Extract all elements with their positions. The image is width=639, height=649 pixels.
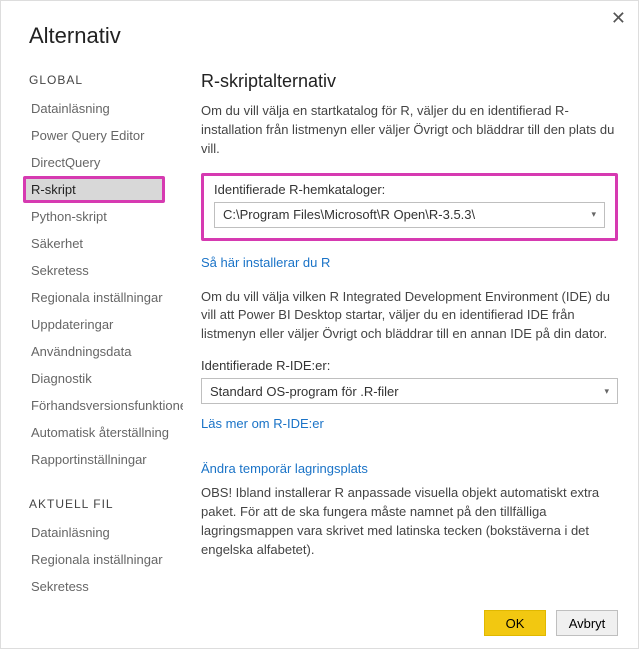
sidebar-item-regionala[interactable]: Regionala inställningar bbox=[23, 284, 183, 311]
sidebar-item-autoaterstallning[interactable]: Automatisk återställning bbox=[23, 419, 183, 446]
sidebar-item-cur-regionala[interactable]: Regionala inställningar bbox=[23, 546, 183, 573]
sidebar-item-diagnostik[interactable]: Diagnostik bbox=[23, 365, 183, 392]
sidebar-item-r-skript[interactable]: R-skript bbox=[23, 176, 165, 203]
sidebar-item-cur-datainlasning[interactable]: Datainläsning bbox=[23, 519, 183, 546]
r-home-highlight: Identifierade R-hemkataloger: C:\Program… bbox=[201, 173, 618, 241]
temp-storage-link[interactable]: Ändra temporär lagringsplats bbox=[201, 461, 368, 476]
cancel-button[interactable]: Avbryt bbox=[556, 610, 618, 636]
sidebar-item-sakerhet[interactable]: Säkerhet bbox=[23, 230, 183, 257]
dialog-title: Alternativ bbox=[1, 1, 638, 67]
sidebar-header-global: GLOBAL bbox=[29, 73, 183, 87]
sidebar-item-rapportinstallningar[interactable]: Rapportinställningar bbox=[23, 446, 183, 473]
sidebar-item-anvandningsdata[interactable]: Användningsdata bbox=[23, 338, 183, 365]
r-ide-dropdown[interactable]: Standard OS-program för .R-filer ▾ bbox=[201, 378, 618, 404]
desc-startkatalog: Om du vill välja en startkatalog för R, … bbox=[201, 102, 618, 159]
sidebar-item-power-query[interactable]: Power Query Editor bbox=[23, 122, 183, 149]
desc-ide: Om du vill välja vilken R Integrated Dev… bbox=[201, 288, 618, 345]
note-text: OBS! Ibland installerar R anpassade visu… bbox=[201, 484, 618, 559]
r-ide-label: Identifierade R-IDE:er: bbox=[201, 358, 618, 373]
sidebar: GLOBAL Datainläsning Power Query Editor … bbox=[1, 67, 183, 599]
chevron-down-icon: ▾ bbox=[604, 386, 609, 397]
sidebar-item-uppdateringar[interactable]: Uppdateringar bbox=[23, 311, 183, 338]
page-title: R-skriptalternativ bbox=[201, 71, 618, 92]
r-home-label: Identifierade R-hemkataloger: bbox=[214, 182, 605, 197]
sidebar-item-directquery[interactable]: DirectQuery bbox=[23, 149, 183, 176]
main-panel: R-skriptalternativ Om du vill välja en s… bbox=[183, 67, 638, 599]
sidebar-item-sekretess[interactable]: Sekretess bbox=[23, 257, 183, 284]
r-home-dropdown[interactable]: C:\Program Files\Microsoft\R Open\R-3.5.… bbox=[214, 202, 605, 228]
chevron-down-icon: ▾ bbox=[591, 209, 596, 220]
r-ide-link[interactable]: Läs mer om R-IDE:er bbox=[201, 416, 324, 431]
ok-button[interactable]: OK bbox=[484, 610, 546, 636]
install-r-link[interactable]: Så här installerar du R bbox=[201, 255, 330, 270]
sidebar-item-datainlasning[interactable]: Datainläsning bbox=[23, 95, 183, 122]
sidebar-item-cur-sekretess[interactable]: Sekretess bbox=[23, 573, 183, 599]
sidebar-header-current: AKTUELL FIL bbox=[29, 497, 183, 511]
r-ide-value: Standard OS-program för .R-filer bbox=[210, 384, 399, 399]
footer: OK Avbryt bbox=[484, 610, 618, 636]
close-icon[interactable]: ✕ bbox=[611, 9, 626, 27]
r-home-value: C:\Program Files\Microsoft\R Open\R-3.5.… bbox=[223, 207, 475, 222]
sidebar-item-forhands[interactable]: Förhandsversionsfunktioner bbox=[23, 392, 183, 419]
sidebar-item-python-skript[interactable]: Python-skript bbox=[23, 203, 183, 230]
